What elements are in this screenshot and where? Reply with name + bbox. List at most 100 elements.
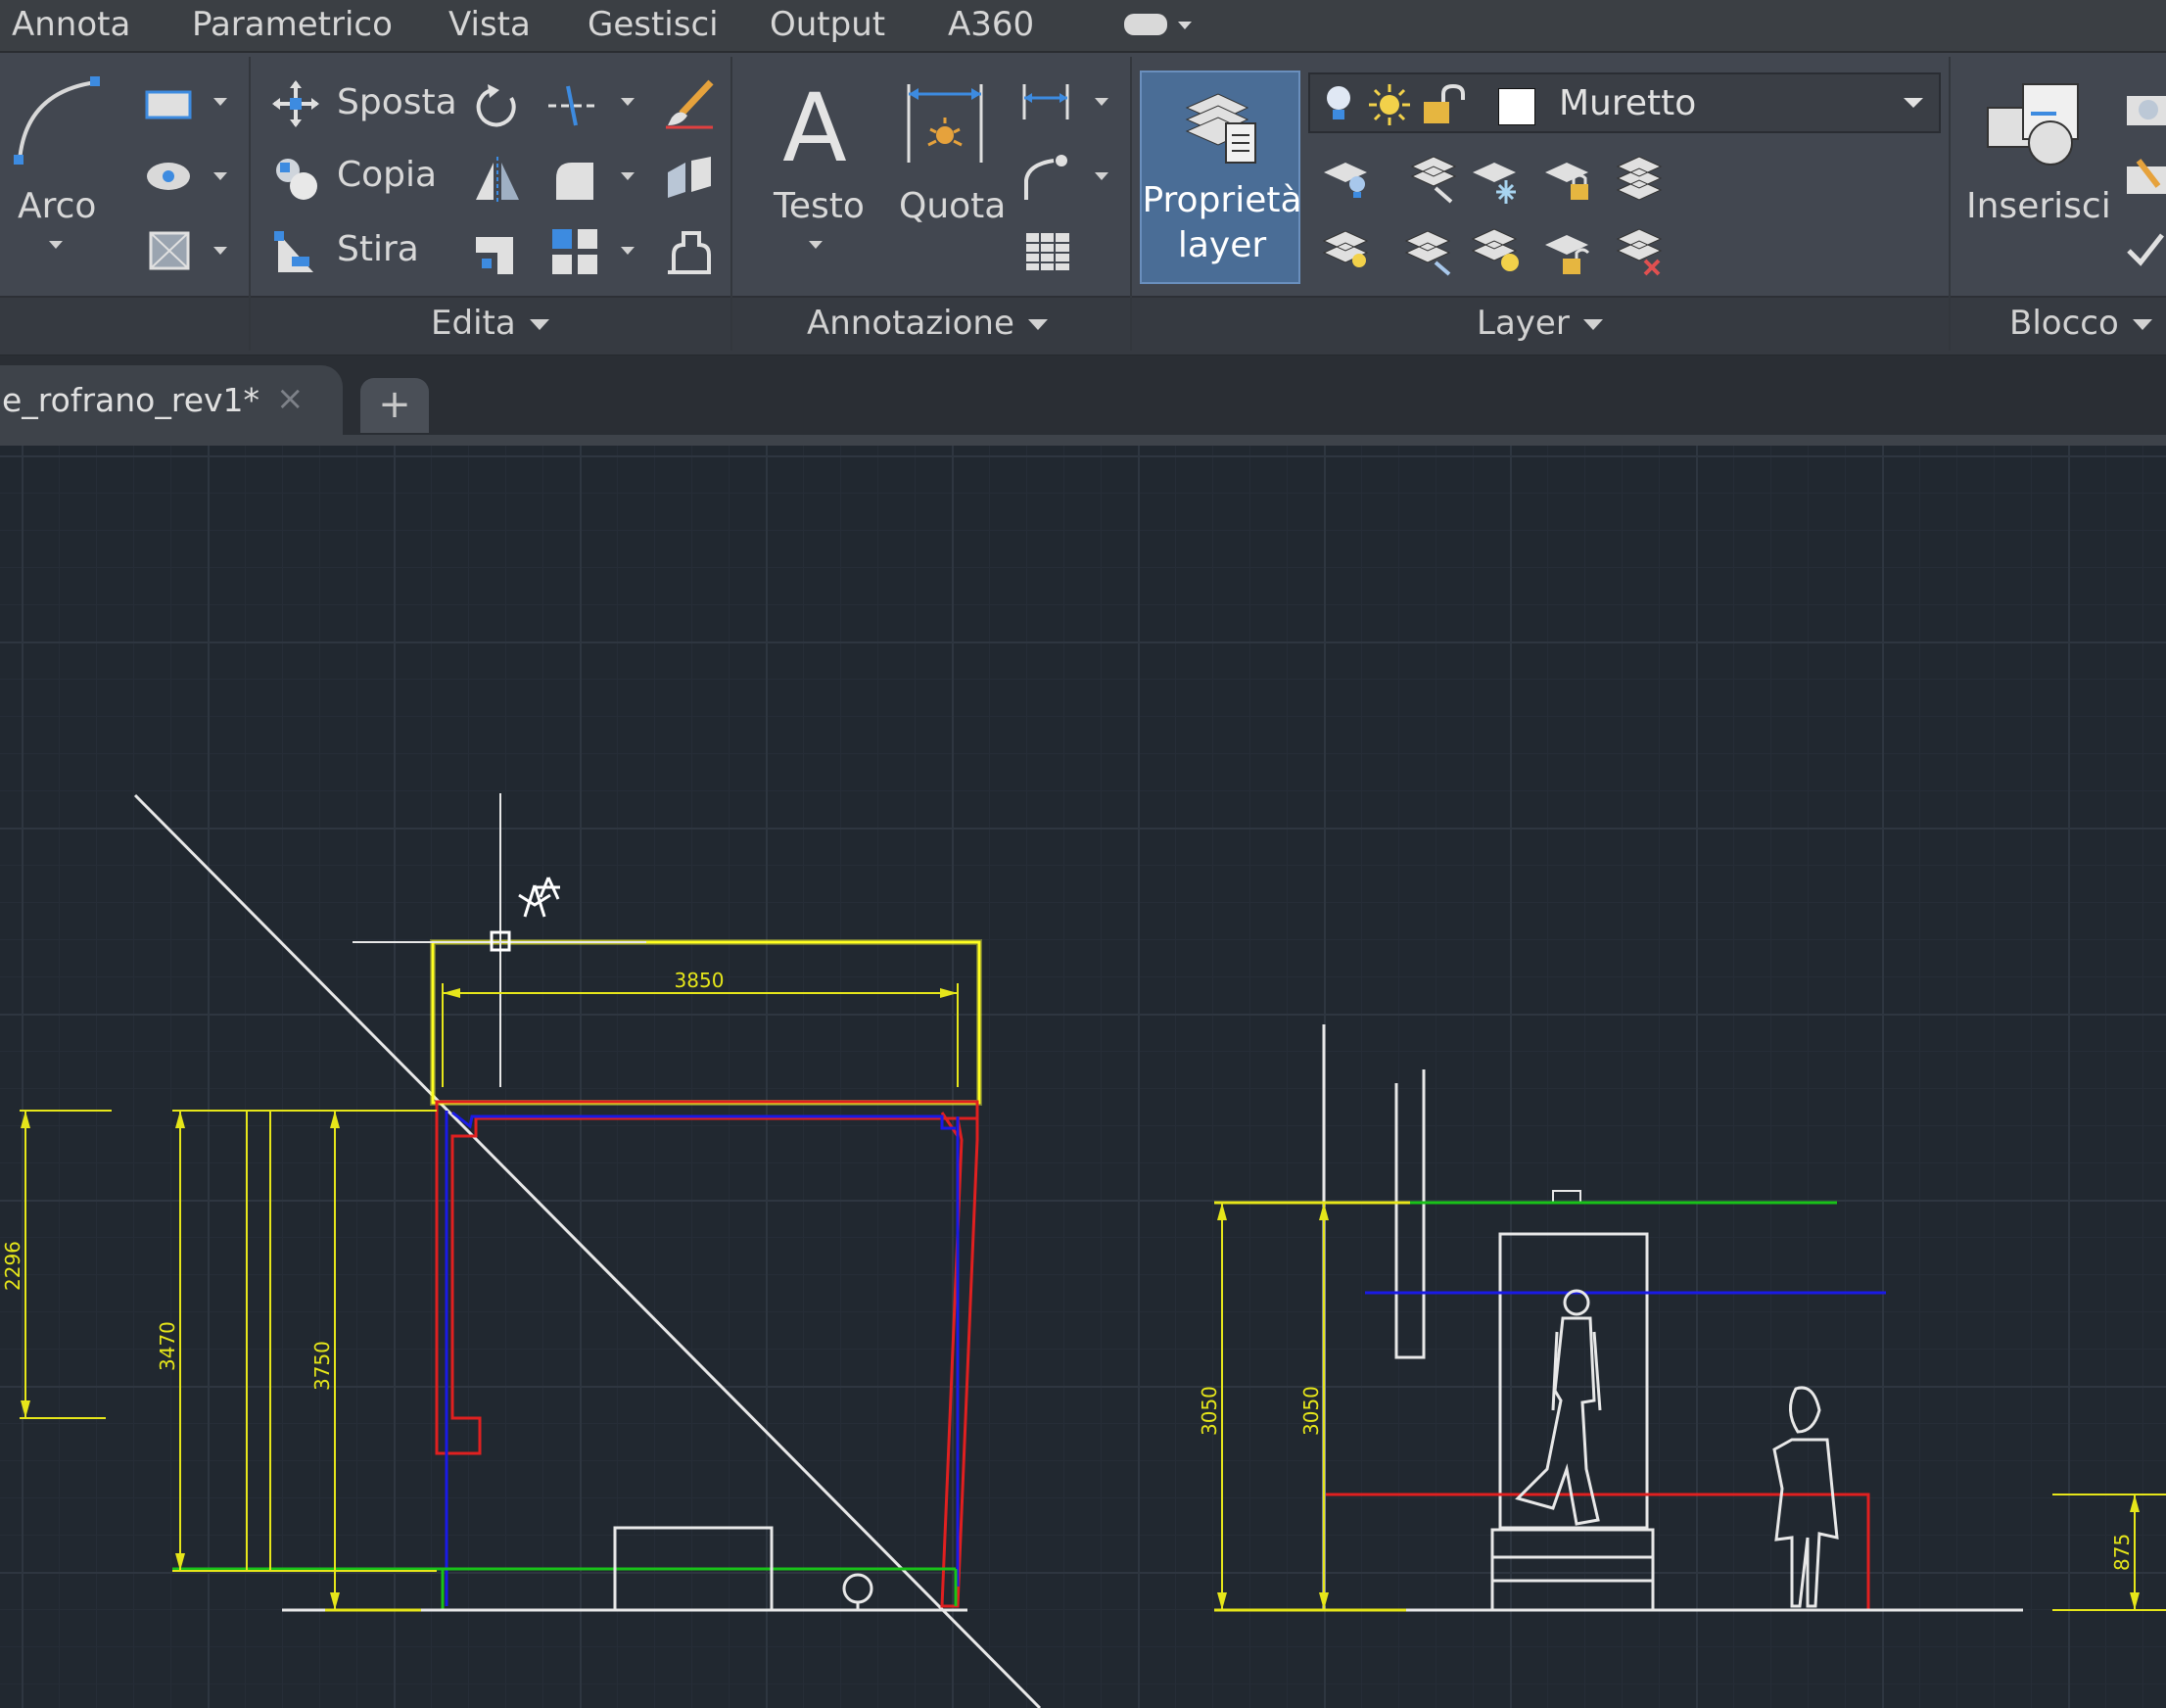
- fillet-icon[interactable]: [548, 155, 599, 206]
- chevron-down-icon[interactable]: [1095, 172, 1108, 180]
- chevron-down-icon: [1027, 319, 1048, 330]
- lightbulb-icon[interactable]: [1322, 82, 1355, 127]
- table-icon[interactable]: [1022, 229, 1073, 274]
- rectangle-tool-icon[interactable]: [143, 84, 198, 123]
- section-view[interactable]: [1214, 1024, 2023, 1612]
- edit-panel-title-text: Edita: [431, 304, 516, 343]
- person-man-icon: [1515, 1289, 1602, 1526]
- layer-lock-icon[interactable]: [1541, 153, 1596, 204]
- scale-icon[interactable]: [472, 227, 523, 278]
- edit-block-icon[interactable]: [2119, 157, 2166, 200]
- dimension-tool-icon[interactable]: [901, 78, 989, 168]
- block-attribute-icon[interactable]: [2123, 229, 2166, 272]
- selected-rectangle[interactable]: [431, 940, 981, 1105]
- arc-button-label[interactable]: Arco: [18, 186, 96, 226]
- chevron-down-icon[interactable]: [1178, 22, 1192, 29]
- unlock-icon[interactable]: [1420, 82, 1469, 127]
- chevron-down-icon[interactable]: [621, 247, 635, 255]
- chevron-down-icon[interactable]: [49, 241, 63, 249]
- layer-properties-button[interactable]: Proprietà layer: [1140, 71, 1302, 284]
- panel-divider: [249, 57, 251, 351]
- menu-output[interactable]: Output: [770, 0, 885, 51]
- new-tab-button[interactable]: +: [360, 378, 429, 433]
- chevron-down-icon[interactable]: [213, 247, 227, 255]
- text-tool-icon[interactable]: A: [774, 76, 856, 174]
- dimension-button-label[interactable]: Quota: [899, 186, 1006, 226]
- svg-text:A: A: [782, 76, 847, 174]
- layer-on-icon[interactable]: [1320, 223, 1375, 278]
- layer-panel-title[interactable]: Layer: [1477, 302, 1603, 345]
- chevron-down-icon: [529, 319, 549, 330]
- dimension-2296[interactable]: 2296: [1, 1110, 112, 1419]
- dimension-3750[interactable]: 3750: [310, 1111, 421, 1612]
- close-icon[interactable]: ×: [276, 379, 305, 418]
- stretch-icon[interactable]: [270, 227, 321, 278]
- person-woman-icon: [1772, 1386, 1839, 1608]
- linear-dimension-icon[interactable]: [1018, 78, 1077, 125]
- plus-icon: +: [378, 382, 411, 427]
- copy-button-label[interactable]: Copia: [337, 155, 437, 195]
- current-layer-name: Muretto: [1559, 83, 1697, 123]
- chevron-down-icon: [2132, 319, 2152, 330]
- layer-properties-icon: [1185, 93, 1256, 164]
- hatch-tool-icon[interactable]: [143, 157, 198, 196]
- dimension-875[interactable]: 875: [2052, 1494, 2166, 1611]
- chevron-down-icon[interactable]: [1904, 98, 1923, 108]
- erase-brush-icon[interactable]: [662, 78, 717, 131]
- chevron-down-icon[interactable]: [621, 172, 635, 180]
- move-icon[interactable]: [270, 78, 321, 129]
- menu-vista[interactable]: Vista: [448, 0, 531, 51]
- layer-match-icon[interactable]: [1400, 223, 1455, 278]
- cloud-menu-icon[interactable]: [1124, 14, 1167, 35]
- region-tool-icon[interactable]: [143, 225, 198, 276]
- layer-unlock-icon[interactable]: [1541, 225, 1596, 278]
- chevron-down-icon[interactable]: [621, 98, 635, 106]
- drawing-svg: 3850 2296 3470 3750 3050 3050 875: [1, 793, 2166, 1708]
- dimension-3050-b[interactable]: 3050: [1299, 1203, 1329, 1610]
- layer-thaw-icon[interactable]: [1469, 221, 1528, 280]
- layer-off-icon[interactable]: [1320, 151, 1375, 202]
- column-circle[interactable]: [842, 1573, 873, 1604]
- layer-delete-icon[interactable]: [1612, 221, 1667, 278]
- copy-icon[interactable]: [270, 153, 321, 204]
- move-button-label[interactable]: Sposta: [337, 82, 457, 122]
- layer-dropdown[interactable]: Muretto: [1308, 72, 1941, 133]
- annotation-panel-title-text: Annotazione: [807, 304, 1014, 343]
- trim-icon[interactable]: [544, 82, 605, 129]
- menu-a360[interactable]: A360: [948, 0, 1034, 51]
- array-icon[interactable]: [548, 225, 603, 278]
- dimension-text-3850[interactable]: 3850: [675, 969, 725, 992]
- explode-icon[interactable]: [662, 153, 717, 204]
- dimension-3470[interactable]: 3470: [156, 1110, 437, 1572]
- layer-freeze-icon[interactable]: [1469, 151, 1524, 206]
- insert-button-label[interactable]: Inserisci: [1966, 186, 2111, 226]
- document-tab[interactable]: e_rofrano_rev1* ×: [0, 365, 343, 446]
- walls-red[interactable]: [435, 1100, 979, 1608]
- mirror-icon[interactable]: [472, 155, 523, 206]
- layer-merge-icon[interactable]: [1612, 149, 1667, 204]
- edit-panel-title[interactable]: Edita: [431, 302, 549, 345]
- leader-icon[interactable]: [1018, 151, 1077, 204]
- annotation-panel-title[interactable]: Annotazione: [807, 302, 1048, 345]
- insert-block-icon[interactable]: [1982, 74, 2090, 172]
- chevron-down-icon[interactable]: [1095, 98, 1108, 106]
- menu-parametrico[interactable]: Parametrico: [192, 0, 393, 51]
- menu-gestisci[interactable]: Gestisci: [588, 0, 719, 51]
- text-button-label[interactable]: Testo: [774, 186, 865, 226]
- layer-properties-label-1: Proprietà: [1142, 180, 1302, 220]
- dimension-text-875: 875: [2110, 1534, 2134, 1571]
- offset-icon[interactable]: [662, 225, 717, 278]
- drawing-canvas[interactable]: 3850 2296 3470 3750 3050 3050 875: [0, 446, 2166, 1708]
- layer-isolate-icon[interactable]: [1406, 149, 1461, 204]
- rotate-icon[interactable]: [472, 80, 523, 131]
- menu-annota[interactable]: Annota: [12, 0, 130, 51]
- create-block-icon[interactable]: [2119, 88, 2166, 131]
- stretch-button-label[interactable]: Stira: [337, 229, 419, 269]
- chevron-down-icon[interactable]: [809, 241, 823, 249]
- chevron-down-icon[interactable]: [213, 172, 227, 180]
- block-panel-title[interactable]: Blocco: [2009, 302, 2152, 345]
- sun-icon[interactable]: [1367, 82, 1412, 127]
- chevron-down-icon[interactable]: [213, 98, 227, 106]
- arc-icon[interactable]: [6, 72, 108, 170]
- line-green[interactable]: [172, 1567, 958, 1610]
